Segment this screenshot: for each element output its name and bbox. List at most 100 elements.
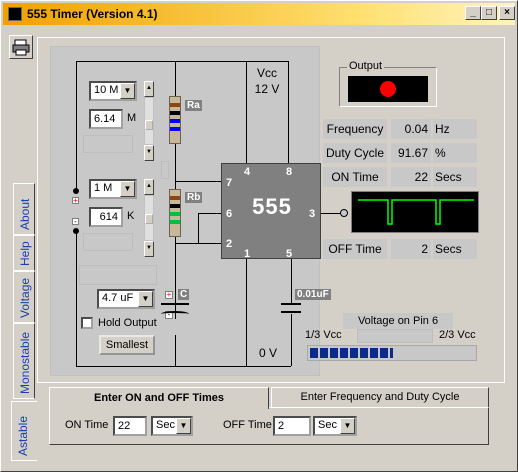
maximize-button[interactable]: □ <box>481 6 497 20</box>
off-time-label: OFF Time <box>323 239 387 259</box>
vcc-value: 12 V <box>254 82 280 96</box>
rb-up-icon[interactable]: ▲ <box>144 179 154 195</box>
output-frame <box>339 67 437 107</box>
voltage-high-label: 2/3 Vcc <box>439 329 476 341</box>
wire <box>198 213 221 214</box>
capacitor-plate <box>161 303 189 305</box>
tab-voltage[interactable]: Voltage <box>13 271 35 323</box>
waveform-trace <box>358 199 474 225</box>
printer-icon <box>12 39 30 56</box>
ra-down-icon[interactable]: ▼ <box>144 145 154 161</box>
tab-help[interactable]: Help <box>13 235 35 271</box>
resistor-ra <box>169 96 181 144</box>
rb-label: Rb <box>185 192 203 203</box>
chevron-down-icon: ▼ <box>138 291 153 307</box>
capacitor-plate <box>281 303 301 305</box>
c-value-select[interactable]: 4.7 uF ▼ <box>97 289 155 309</box>
output-led-icon <box>380 81 396 97</box>
ra-range-select[interactable]: 10 M ▼ <box>89 81 137 101</box>
chevron-down-icon: ▼ <box>340 418 355 434</box>
ra-unit-label: M <box>127 112 137 124</box>
on-time-input-label: ON Time <box>65 419 109 431</box>
chip-label: 555 <box>252 194 292 219</box>
window-title: 555 Timer (Version 4.1) <box>27 7 158 21</box>
tab-on-off-times[interactable]: Enter ON and OFF Times <box>49 387 269 409</box>
resistor-rb <box>169 189 181 237</box>
on-time-input[interactable]: 22 <box>113 416 147 436</box>
output-node <box>340 209 348 217</box>
tab-about[interactable]: About <box>13 183 35 235</box>
voltage-low-label: 1/3 Vcc <box>305 329 342 341</box>
wire <box>198 213 199 243</box>
app-window: 555 Timer (Version 4.1) _ □ × About Help… <box>0 0 518 472</box>
rb-slider-track[interactable] <box>144 195 154 241</box>
junction-dot <box>73 228 79 234</box>
wire <box>76 61 77 191</box>
tab-frequency-duty[interactable]: Enter Frequency and Duty Cycle <box>271 387 489 407</box>
voltage-bar-fill <box>310 348 393 358</box>
duty-cycle-label: Duty Cycle <box>323 143 387 163</box>
ra-blank <box>83 135 133 153</box>
rb-unit-label: K <box>127 210 135 222</box>
pin-1: 1 <box>244 248 251 260</box>
frequency-label: Frequency <box>323 119 387 139</box>
on-time-label: ON Time <box>323 167 387 187</box>
on-time-unit-select[interactable]: Sec ▼ <box>151 416 193 436</box>
wire <box>76 366 291 367</box>
tab-astable[interactable]: Astable <box>11 401 37 461</box>
off-time-input[interactable]: 2 <box>273 416 311 436</box>
chevron-down-icon: ▼ <box>120 83 135 99</box>
output-led-box <box>348 76 428 102</box>
capacitor-plate <box>281 311 301 313</box>
wire <box>175 335 176 367</box>
on-time-unit: Secs <box>433 167 477 187</box>
wire <box>246 259 247 366</box>
frequency-value: 0.04 <box>391 119 431 139</box>
pin-2: 2 <box>226 238 233 250</box>
output-label: Output <box>347 60 385 72</box>
wire <box>291 259 292 304</box>
off-time-unit-select[interactable]: Sec ▼ <box>313 416 357 436</box>
wire <box>76 61 246 62</box>
close-button[interactable]: × <box>499 6 515 20</box>
smallest-button[interactable]: Smallest <box>99 335 155 355</box>
ra-up-icon[interactable]: ▲ <box>144 81 154 97</box>
rb-down-icon[interactable]: ▼ <box>144 241 154 257</box>
print-button[interactable] <box>9 35 33 59</box>
wire <box>291 314 292 366</box>
chip-555: 555 4 8 7 6 3 2 1 5 <box>221 163 321 260</box>
duty-cycle-unit: % <box>433 143 477 163</box>
pin-5: 5 <box>286 248 293 260</box>
title-bar: 555 Timer (Version 4.1) _ □ × <box>3 3 515 25</box>
wire <box>76 231 77 366</box>
voltage-title: Voltage on Pin 6 <box>343 313 453 329</box>
rb-value-field[interactable]: 614 <box>89 207 123 227</box>
minimize-button[interactable]: _ <box>465 6 481 20</box>
wire <box>288 61 289 163</box>
cap2-label: 0.01uF <box>295 289 331 300</box>
chevron-down-icon: ▼ <box>120 181 135 197</box>
off-time-value: 2 <box>391 239 431 259</box>
wire <box>246 61 288 62</box>
pin-blank <box>161 161 169 179</box>
on-time-value: 22 <box>391 167 431 187</box>
ra-label: Ra <box>185 100 202 111</box>
capacitor-plate <box>161 311 189 317</box>
hold-output-checkbox[interactable] <box>81 317 93 329</box>
wire <box>175 243 221 244</box>
tab-monostable[interactable]: Monostable <box>13 323 35 399</box>
ra-value-field[interactable]: 6.14 <box>89 109 123 129</box>
hold-output-label: Hold Output <box>98 317 157 329</box>
wire <box>175 181 221 182</box>
waveform-display <box>351 191 479 233</box>
rb-range-select[interactable]: 1 M ▼ <box>89 179 137 199</box>
voltage-bar <box>307 345 477 361</box>
plus-icon: + <box>165 290 173 299</box>
pin-7: 7 <box>226 177 233 189</box>
plus-icon: + <box>72 196 79 205</box>
frequency-unit: Hz <box>433 119 477 139</box>
vcc-label: Vcc <box>256 66 277 80</box>
minus-icon: - <box>72 218 79 226</box>
ra-slider-track[interactable] <box>144 97 154 145</box>
pin-4: 4 <box>244 166 251 178</box>
